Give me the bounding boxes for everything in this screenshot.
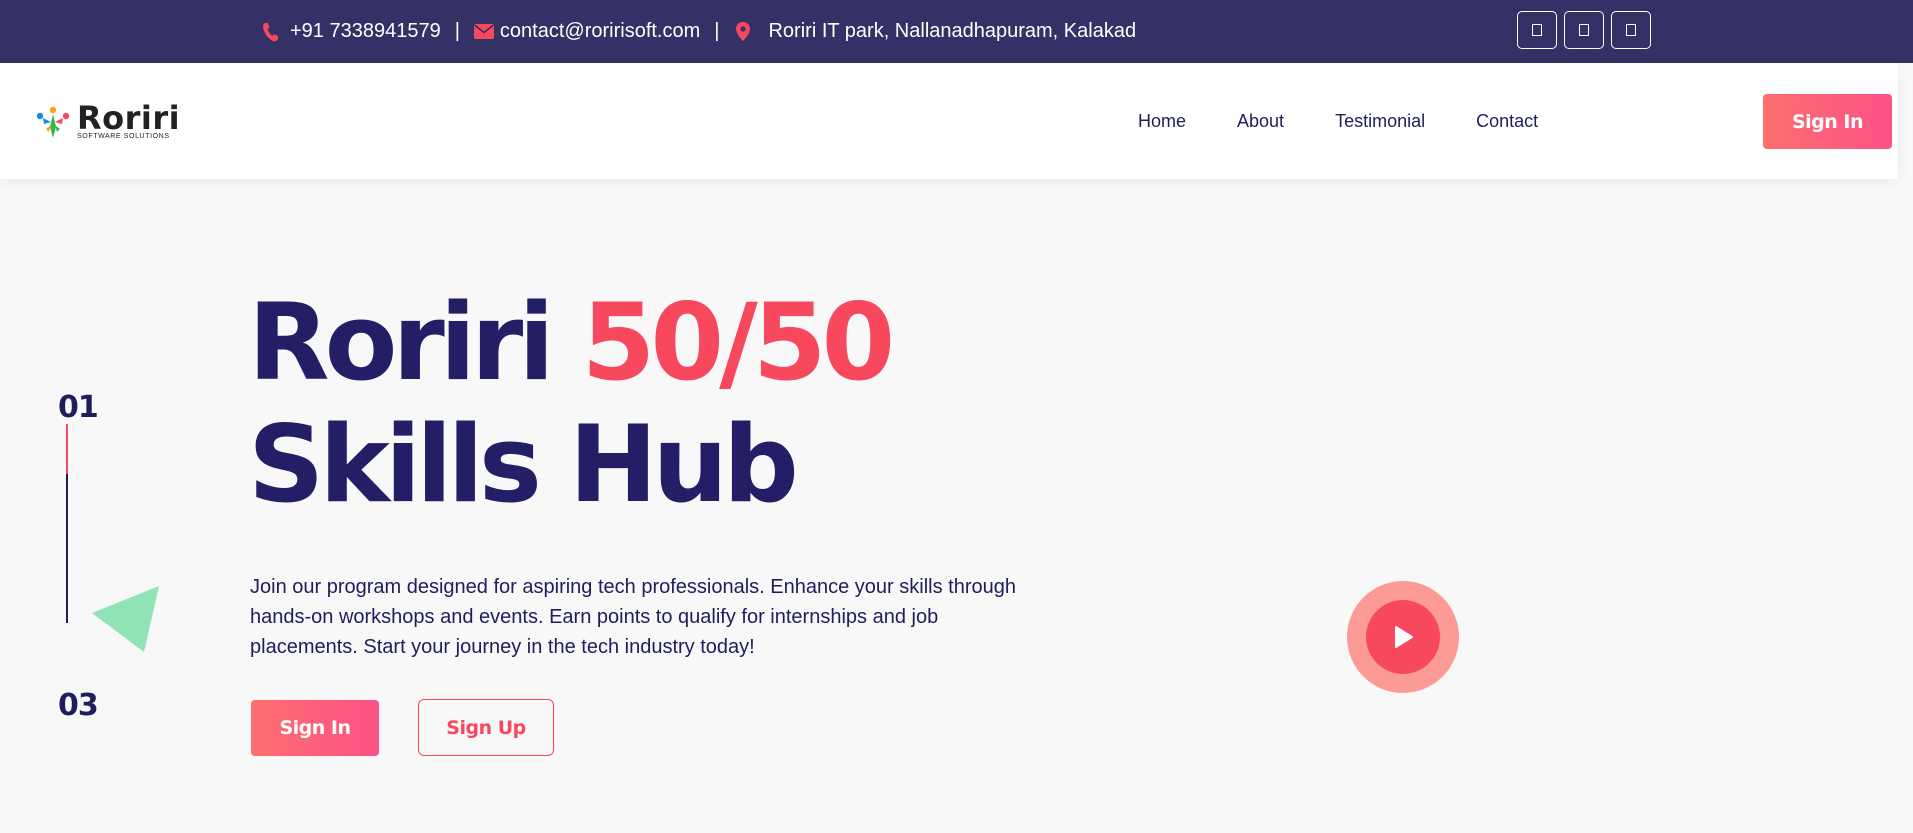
brand-name: Roriri bbox=[77, 99, 181, 137]
social-glyph-icon bbox=[1532, 24, 1542, 36]
brand-logo[interactable]: Roriri SOFTWARE SOLUTIONS bbox=[35, 99, 181, 140]
envelope-icon bbox=[473, 24, 494, 39]
phone-icon bbox=[262, 22, 278, 42]
logo-wordmark: Roriri SOFTWARE SOLUTIONS bbox=[77, 99, 181, 140]
hero-title: Roriri 50/50 Skills Hub bbox=[248, 281, 896, 526]
email-link[interactable]: contact@roririsoft.com bbox=[500, 20, 700, 43]
slide-total-number: 03 bbox=[58, 688, 99, 723]
main-nav: Home About Testimonial Contact bbox=[1138, 63, 1589, 179]
nav-about[interactable]: About bbox=[1237, 111, 1284, 132]
slide-current-number: 01 bbox=[58, 390, 99, 425]
hero-sign-in-button[interactable]: Sign In bbox=[251, 700, 379, 756]
social-glyph-icon bbox=[1579, 24, 1589, 36]
hero-sign-up-button[interactable]: Sign Up bbox=[418, 699, 554, 756]
hero-title-line2: Skills Hub bbox=[248, 403, 799, 526]
address-text: Roriri IT park, Nallanadhapuram, Kalakad bbox=[768, 20, 1137, 42]
social-icon-2[interactable] bbox=[1564, 11, 1604, 49]
separator: | bbox=[454, 20, 460, 42]
nav-contact[interactable]: Contact bbox=[1476, 111, 1538, 132]
hero-title-accent: 50/50 bbox=[581, 281, 896, 404]
logo-mark-icon bbox=[36, 106, 70, 138]
social-icon-3[interactable] bbox=[1611, 11, 1651, 49]
hero-description: Join our program designed for aspiring t… bbox=[250, 576, 1016, 658]
triangle-decoration-icon bbox=[92, 586, 159, 652]
top-contact-bar: +91 7338941579 | contact@roririsoft.com … bbox=[0, 0, 1913, 63]
phone-number[interactable]: +91 7338941579 bbox=[290, 20, 441, 43]
video-play-button[interactable] bbox=[1347, 581, 1459, 693]
header-sign-in-button[interactable]: Sign In bbox=[1763, 94, 1892, 149]
social-links bbox=[1517, 11, 1651, 49]
separator: | bbox=[714, 20, 720, 42]
nav-home[interactable]: Home bbox=[1138, 111, 1186, 132]
slide-progress-fill bbox=[66, 424, 68, 474]
contact-info: +91 7338941579 | contact@roririsoft.com … bbox=[262, 0, 1136, 63]
hero-title-part1: Roriri bbox=[248, 281, 555, 404]
slide-progress-track bbox=[66, 474, 68, 623]
play-icon bbox=[1395, 626, 1413, 648]
map-pin-icon bbox=[736, 22, 751, 41]
main-header: Roriri SOFTWARE SOLUTIONS Home About Tes… bbox=[0, 63, 1898, 179]
play-button-core bbox=[1366, 600, 1440, 674]
social-icon-1[interactable] bbox=[1517, 11, 1557, 49]
nav-testimonial[interactable]: Testimonial bbox=[1335, 111, 1425, 132]
brand-tagline: SOFTWARE SOLUTIONS bbox=[77, 133, 170, 140]
social-glyph-icon bbox=[1626, 24, 1636, 36]
